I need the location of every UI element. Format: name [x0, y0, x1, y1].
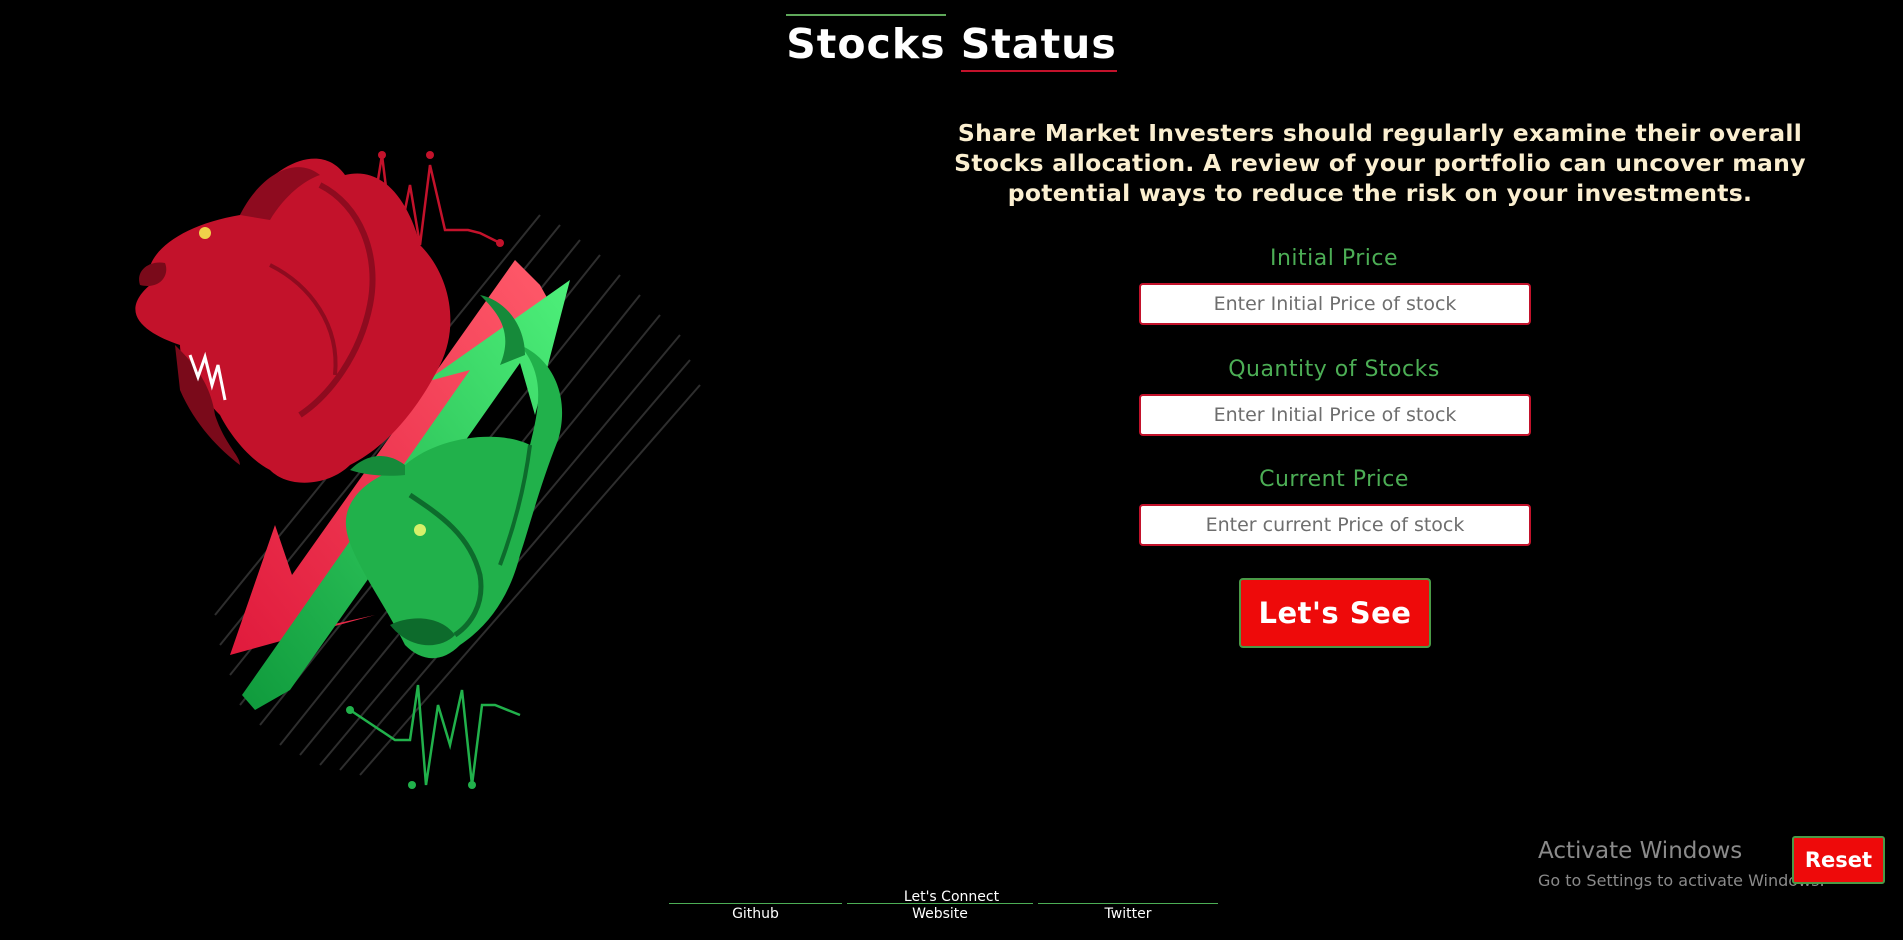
twitter-link[interactable]: Twitter: [1038, 903, 1218, 922]
windows-watermark-title: Activate Windows: [1538, 838, 1743, 864]
reset-button[interactable]: Reset: [1792, 836, 1885, 884]
intro-text: Share Market Investers should regularly …: [880, 118, 1880, 208]
page-title: Stocks Status: [0, 14, 1903, 72]
current-price-input[interactable]: [1139, 504, 1531, 546]
initial-price-input[interactable]: [1139, 283, 1531, 325]
intro-line-2: Stocks allocation. A review of your port…: [954, 149, 1806, 177]
bear-bull-illustration: [120, 145, 750, 805]
title-word-stocks: Stocks: [786, 14, 946, 68]
current-price-label: Current Price: [1259, 467, 1409, 492]
bear-bull-image: [135, 151, 701, 789]
lets-see-button[interactable]: Let's See: [1239, 578, 1431, 648]
intro-line-3: potential ways to reduce the risk on you…: [1007, 179, 1753, 207]
quantity-input[interactable]: [1139, 394, 1531, 436]
title-word-status: Status: [960, 20, 1117, 72]
website-link[interactable]: Website: [847, 903, 1033, 922]
initial-price-label: Initial Price: [1269, 246, 1399, 271]
github-link[interactable]: Github: [669, 903, 842, 922]
quantity-label: Quantity of Stocks: [1228, 357, 1440, 382]
windows-watermark-subtitle: Go to Settings to activate Windows.: [1538, 871, 1825, 890]
intro-line-1: Share Market Investers should regularly …: [957, 119, 1803, 147]
